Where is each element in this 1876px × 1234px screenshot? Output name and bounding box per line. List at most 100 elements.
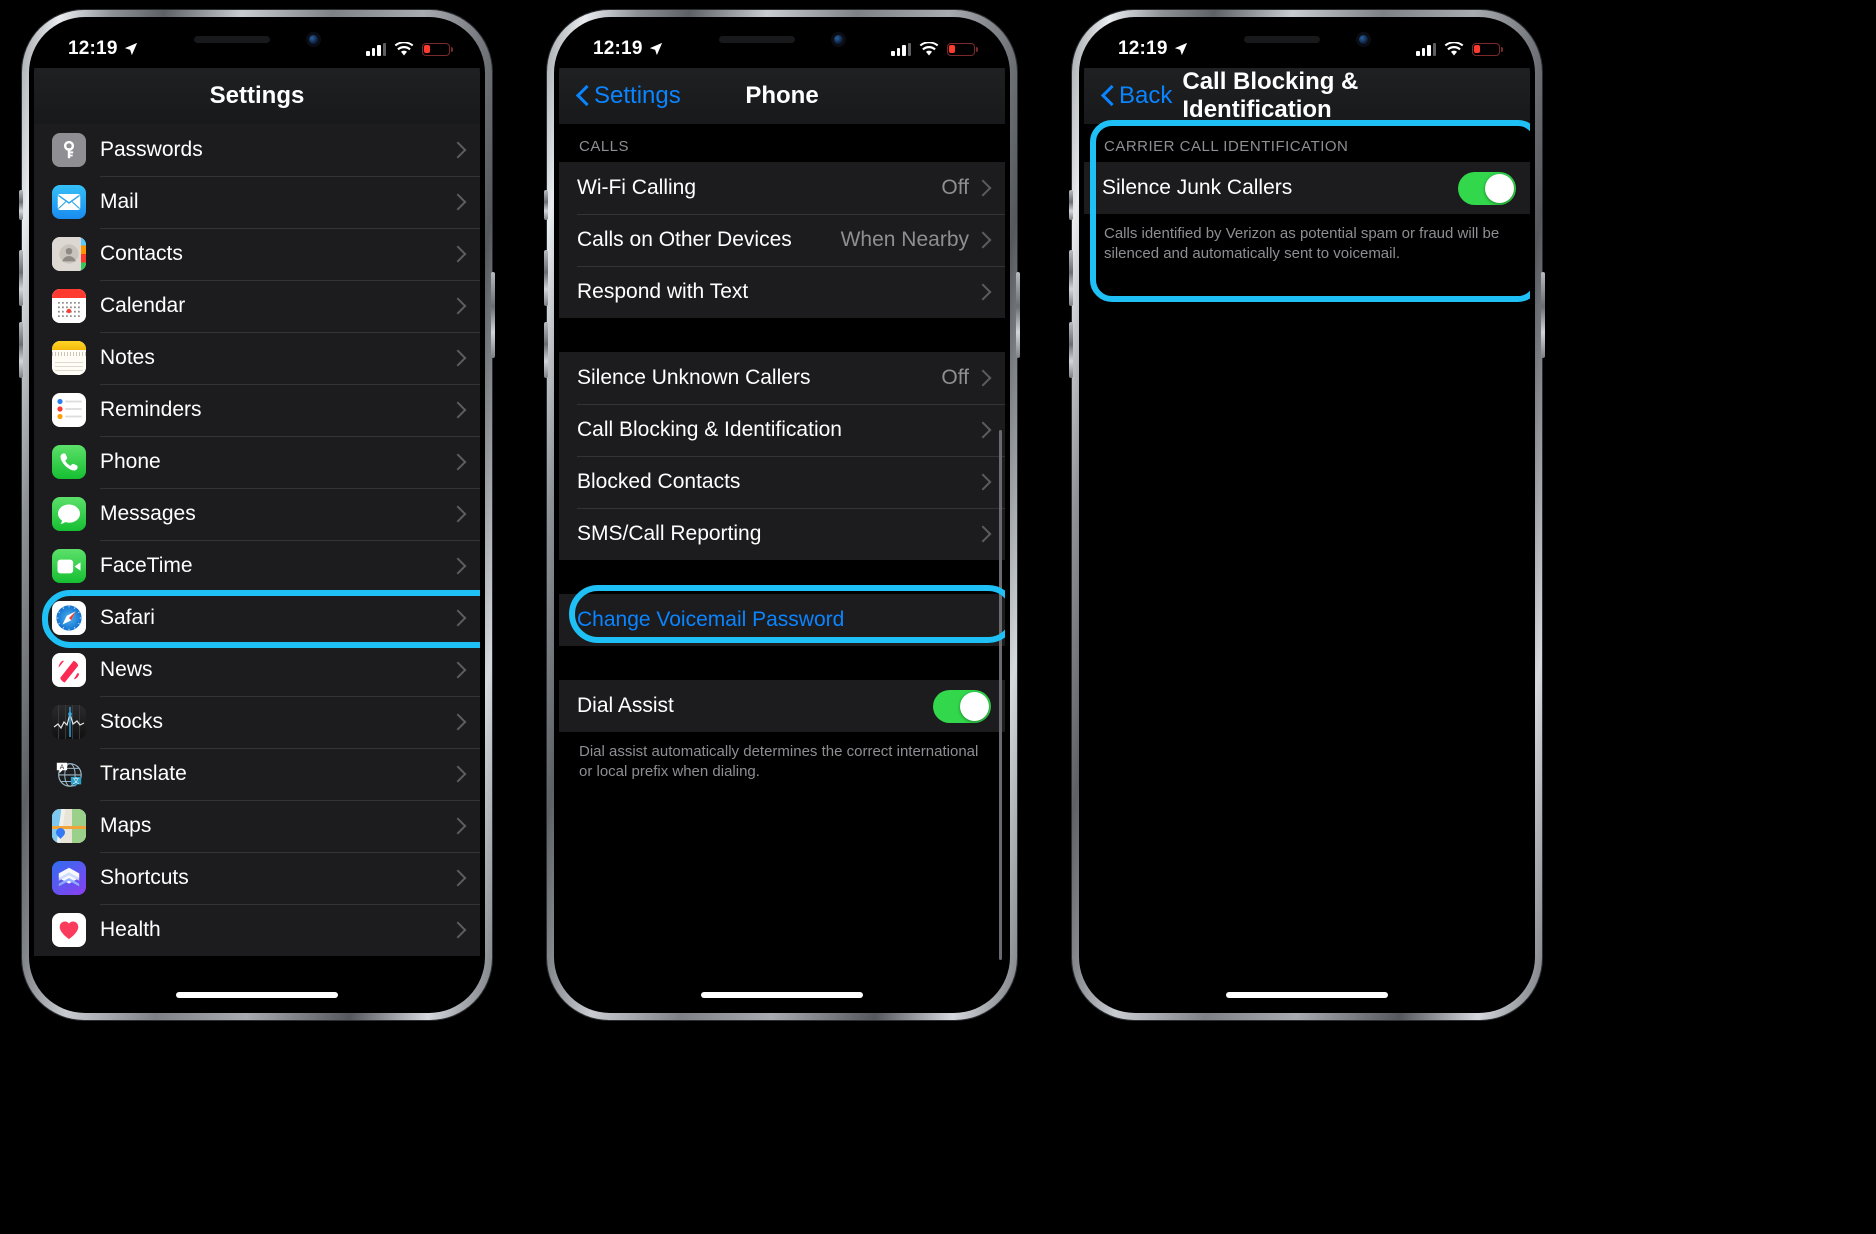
settings-row-calls-on-other-devices[interactable]: Calls on Other Devices When Nearby [559,214,1005,266]
settings-row-translate[interactable]: A 文 Translate [34,748,480,800]
volume-up-button[interactable] [1069,250,1073,306]
iphone-device-phone-settings: 12:19 Settings Phone CALLS Wi-Fi Calling… [544,10,1020,1020]
settings-app-group: Passwords Mail Contacts Calendar Notes Remind… [34,124,480,956]
settings-row-stocks[interactable]: Stocks [34,696,480,748]
settings-row-label: Shortcuts [100,866,189,889]
iphone-device-call-blocking: 12:19 Back Call Blocking & Identificatio [1069,10,1545,1020]
battery-low-icon [947,42,978,56]
settings-row-label: Health [100,918,161,941]
power-button[interactable] [491,272,495,358]
dial-assist-label: Dial Assist [577,694,674,717]
settings-row-notes[interactable]: Notes [34,332,480,384]
settings-row-messages[interactable]: Messages [34,488,480,540]
passwords-app-icon [52,133,86,167]
settings-row-wi-fi-calling[interactable]: Wi-Fi Calling Off [559,162,1005,214]
chevron-right-icon [452,768,464,780]
settings-row-label: FaceTime [100,554,193,577]
status-time: 12:19 [1118,38,1168,59]
dial-assist-row[interactable]: Dial Assist [559,680,1005,732]
silence-junk-callers-row[interactable]: Silence Junk Callers [1084,162,1530,214]
home-indicator[interactable] [176,992,338,998]
settings-row-passwords[interactable]: Passwords [34,124,480,176]
front-camera-icon [1355,31,1371,47]
settings-row-label: Phone [100,450,161,473]
mute-switch[interactable] [1069,190,1073,220]
location-arrow-icon [124,42,137,56]
back-button[interactable]: Back [1102,82,1172,110]
wifi-icon [394,41,414,55]
settings-row-facetime[interactable]: FaceTime [34,540,480,592]
home-indicator[interactable] [1226,992,1388,998]
mute-switch[interactable] [544,190,548,220]
settings-row-silence-unknown-callers[interactable]: Silence Unknown Callers Off [559,352,1005,404]
silence-junk-callers-toggle[interactable] [1458,171,1516,205]
chevron-right-icon [977,372,989,384]
volume-up-button[interactable] [544,250,548,306]
facetime-app-icon [52,549,86,583]
chevron-right-icon [452,924,464,936]
phone-settings-list[interactable]: CALLS Wi-Fi Calling Off Calls on Other Dev… [559,124,1005,1008]
volume-down-button[interactable] [1069,322,1073,378]
mail-app-icon [52,185,86,219]
calendar-app-icon [52,289,86,323]
chevron-right-icon [452,352,464,364]
settings-row-label: Contacts [100,242,183,265]
reminders-app-icon [52,393,86,427]
mute-switch[interactable] [19,190,23,220]
settings-list[interactable]: Passwords Mail Contacts Calendar Notes Remind… [34,124,480,1008]
calls-group: Wi-Fi Calling Off Calls on Other Devices Wh… [559,162,1005,318]
chevron-right-icon [452,248,464,260]
settings-row-value: When Nearby [840,228,969,251]
settings-row-safari[interactable]: Safari [34,592,480,644]
settings-row-call-blocking-identification[interactable]: Call Blocking & Identification [559,404,1005,456]
settings-row-health[interactable]: Health [34,904,480,956]
front-camera-icon [305,31,321,47]
scroll-indicator[interactable] [999,430,1002,960]
home-indicator[interactable] [701,992,863,998]
settings-row-contacts[interactable]: Contacts [34,228,480,280]
settings-row-label: Calendar [100,294,186,317]
page-title: Phone [745,82,819,109]
call-blocking-list[interactable]: CARRIER CALL IDENTIFICATION Silence Junk… [1084,124,1530,1008]
settings-row-mail[interactable]: Mail [34,176,480,228]
settings-row-label: SMS/Call Reporting [577,522,762,545]
chevron-right-icon [452,300,464,312]
dial-assist-toggle[interactable] [933,689,991,723]
power-button[interactable] [1541,272,1545,358]
shortcuts-app-icon [52,861,86,895]
carrier-group: Silence Junk Callers [1084,162,1530,214]
settings-row-sms-call-reporting[interactable]: SMS/Call Reporting [559,508,1005,560]
power-button[interactable] [1016,272,1020,358]
chevron-right-icon [977,424,989,436]
nav-bar-settings: Settings [34,68,480,124]
settings-row-blocked-contacts[interactable]: Blocked Contacts [559,456,1005,508]
dial-assist-group: Dial Assist [559,680,1005,732]
settings-row-reminders[interactable]: Reminders [34,384,480,436]
settings-row-label: Messages [100,502,196,525]
settings-row-label: Reminders [100,398,202,421]
settings-row-shortcuts[interactable]: Shortcuts [34,852,480,904]
volume-down-button[interactable] [544,322,548,378]
earpiece-speaker [193,35,270,43]
settings-row-label: Respond with Text [577,280,749,303]
settings-row-phone[interactable]: Phone [34,436,480,488]
volume-up-button[interactable] [19,250,23,306]
change-voicemail-password-row[interactable]: Change Voicemail Password [559,594,1005,646]
settings-row-news[interactable]: News [34,644,480,696]
settings-row-label: Mail [100,190,139,213]
settings-row-label: Wi-Fi Calling [577,176,697,199]
svg-text:A: A [60,764,65,771]
settings-row-label: Maps [100,814,152,837]
screen-phone-settings: 12:19 Settings Phone CALLS Wi-Fi Calling… [559,22,1005,1008]
settings-row-calendar[interactable]: Calendar [34,280,480,332]
volume-down-button[interactable] [19,322,23,378]
chevron-right-icon [452,196,464,208]
back-button-settings[interactable]: Settings [577,82,681,110]
settings-row-respond-with-text[interactable]: Respond with Text [559,266,1005,318]
change-voicemail-password-label: Change Voicemail Password [577,608,845,631]
notch [1191,22,1423,56]
svg-text:文: 文 [73,776,80,785]
section-spacer [559,318,1005,352]
chevron-right-icon [452,144,464,156]
settings-row-maps[interactable]: Maps [34,800,480,852]
